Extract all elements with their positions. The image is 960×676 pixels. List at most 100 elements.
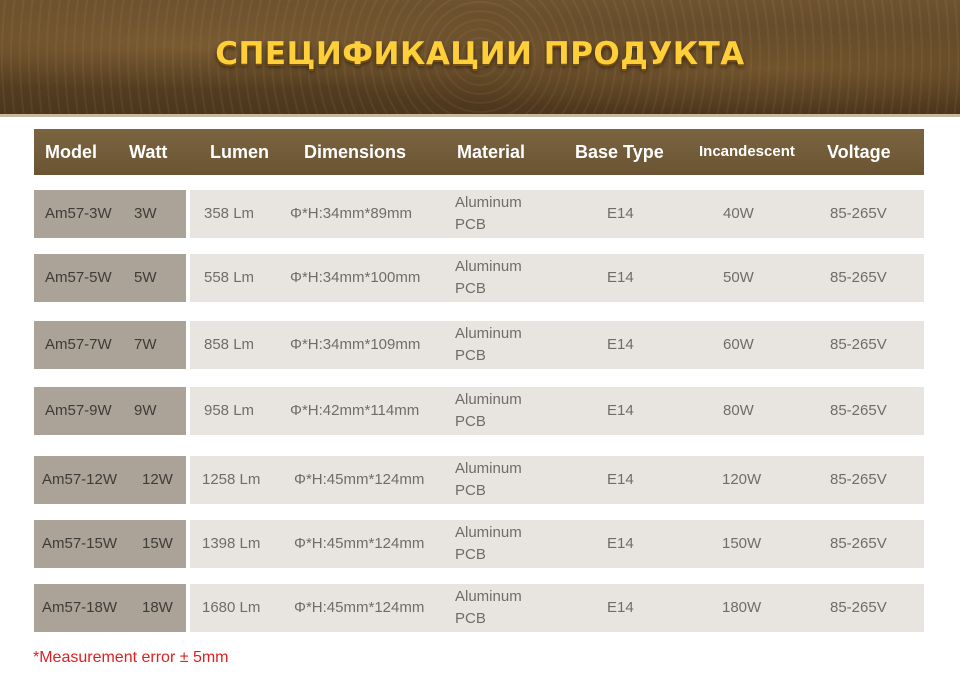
base-type-cell: E14 bbox=[607, 205, 634, 222]
dimensions-cell: Φ*H:45mm*124mm bbox=[294, 471, 425, 488]
table-row: Am57-18W 18W 1680 Lm Φ*H:45mm*124mm Aluminum… bbox=[34, 584, 924, 632]
material-cell: Aluminum PCB bbox=[455, 321, 545, 369]
spec-cell-group: 1258 Lm Φ*H:45mm*124mm Aluminum PCB E14 120W 8… bbox=[190, 456, 924, 504]
voltage-cell: 85-265V bbox=[830, 402, 887, 419]
lumen-cell: 858 Lm bbox=[204, 336, 255, 353]
model-cell-group: Am57-18W 18W bbox=[34, 584, 186, 632]
dimensions-cell: Φ*H:45mm*124mm bbox=[294, 535, 425, 552]
material-cell: Aluminum PCB bbox=[455, 520, 545, 568]
header-watt: Watt bbox=[129, 142, 168, 162]
lumen-cell: 1398 Lm bbox=[202, 535, 261, 552]
voltage-cell: 85-265V bbox=[830, 535, 887, 552]
lumen-cell: 558 Lm bbox=[204, 269, 255, 286]
material-line-2: PCB bbox=[455, 482, 486, 499]
model-cell: Am57-3W bbox=[45, 205, 112, 222]
material-line-1: Aluminum bbox=[455, 588, 522, 605]
material-line-1: Aluminum bbox=[455, 524, 522, 541]
material-line-1: Aluminum bbox=[455, 460, 522, 477]
dimensions-cell: Φ*H:34mm*100mm bbox=[290, 269, 421, 286]
spec-cell-group: 1680 Lm Φ*H:45mm*124mm Aluminum PCB E14 180W 8… bbox=[190, 584, 924, 632]
header-model: Model bbox=[45, 142, 97, 162]
table-row: Am57-12W 12W 1258 Lm Φ*H:45mm*124mm Aluminum… bbox=[34, 456, 924, 504]
incandescent-cell: 120W bbox=[722, 471, 762, 488]
model-cell-group: Am57-15W 15W bbox=[34, 520, 186, 568]
base-type-cell: E14 bbox=[607, 402, 634, 419]
watt-cell: 5W bbox=[134, 269, 157, 286]
incandescent-cell: 40W bbox=[723, 205, 754, 222]
material-cell: Aluminum PCB bbox=[455, 456, 545, 504]
table-row: Am57-7W 7W 858 Lm Φ*H:34mm*109mm Aluminum PCB… bbox=[34, 321, 924, 369]
model-cell-group: Am57-9W 9W bbox=[34, 387, 186, 435]
header-material: Material bbox=[457, 142, 526, 162]
material-line-2: PCB bbox=[455, 413, 486, 430]
watt-cell: 9W bbox=[134, 402, 157, 419]
material-line-1: Aluminum bbox=[455, 258, 522, 275]
material-line-2: PCB bbox=[455, 610, 486, 627]
model-cell: Am57-12W bbox=[42, 471, 118, 488]
watt-cell: 3W bbox=[134, 205, 157, 222]
banner: СПЕЦИФИКАЦИИ ПРОДУКТА bbox=[0, 0, 960, 114]
watt-cell: 15W bbox=[142, 535, 173, 552]
lumen-cell: 1258 Lm bbox=[202, 471, 261, 488]
model-cell: Am57-9W bbox=[45, 402, 112, 419]
header-voltage: Voltage bbox=[827, 142, 891, 162]
material-cell: Aluminum PCB bbox=[455, 584, 545, 632]
model-cell-group: Am57-3W 3W bbox=[34, 190, 186, 238]
incandescent-cell: 150W bbox=[722, 535, 762, 552]
header-base-type: Base Type bbox=[575, 142, 664, 162]
incandescent-cell: 80W bbox=[723, 402, 754, 419]
incandescent-cell: 50W bbox=[723, 269, 754, 286]
material-cell: Aluminum PCB bbox=[455, 254, 545, 302]
base-type-cell: E14 bbox=[607, 535, 634, 552]
header-lumen: Lumen bbox=[210, 142, 270, 162]
material-cell: Aluminum PCB bbox=[455, 190, 545, 238]
incandescent-cell: 180W bbox=[722, 599, 762, 616]
spec-cell-group: 958 Lm Φ*H:42mm*114mm Aluminum PCB E14 80W 85-… bbox=[190, 387, 924, 435]
dimensions-cell: Φ*H:34mm*89mm bbox=[290, 205, 412, 222]
material-line-2: PCB bbox=[455, 216, 486, 233]
measurement-note: *Measurement error ± 5mm bbox=[33, 649, 229, 666]
voltage-cell: 85-265V bbox=[830, 269, 887, 286]
voltage-cell: 85-265V bbox=[830, 471, 887, 488]
voltage-cell: 85-265V bbox=[830, 336, 887, 353]
dimensions-cell: Φ*H:34mm*109mm bbox=[290, 336, 421, 353]
material-line-1: Aluminum bbox=[455, 194, 522, 211]
dimensions-cell: Φ*H:45mm*124mm bbox=[294, 599, 425, 616]
model-cell-group: Am57-5W 5W bbox=[34, 254, 186, 302]
lumen-cell: 1680 Lm bbox=[202, 599, 261, 616]
table-row: Am57-5W 5W 558 Lm Φ*H:34mm*100mm Aluminum PCB… bbox=[34, 254, 924, 302]
model-cell-group: Am57-7W 7W bbox=[34, 321, 186, 369]
model-cell: Am57-5W bbox=[45, 269, 112, 286]
model-cell-group: Am57-12W 12W bbox=[34, 456, 186, 504]
model-cell: Am57-7W bbox=[45, 336, 112, 353]
incandescent-cell: 60W bbox=[723, 336, 754, 353]
lumen-cell: 958 Lm bbox=[204, 402, 255, 419]
dimensions-cell: Φ*H:42mm*114mm bbox=[290, 402, 420, 419]
model-cell: Am57-15W bbox=[42, 535, 118, 552]
base-type-cell: E14 bbox=[607, 336, 634, 353]
spec-cell-group: 858 Lm Φ*H:34mm*109mm Aluminum PCB E14 60W 85-… bbox=[190, 321, 924, 369]
material-line-1: Aluminum bbox=[455, 325, 522, 342]
spec-cell-group: 1398 Lm Φ*H:45mm*124mm Aluminum PCB E14 150W 8… bbox=[190, 520, 924, 568]
lumen-cell: 358 Lm bbox=[204, 205, 255, 222]
watt-cell: 7W bbox=[134, 336, 157, 353]
table-row: Am57-15W 15W 1398 Lm Φ*H:45mm*124mm Aluminum… bbox=[34, 520, 924, 568]
page-title: СПЕЦИФИКАЦИИ ПРОДУКТА bbox=[215, 36, 745, 72]
material-line-2: PCB bbox=[455, 347, 486, 364]
header-dimensions: Dimensions bbox=[304, 142, 407, 162]
material-line-2: PCB bbox=[455, 546, 486, 563]
base-type-cell: E14 bbox=[607, 471, 634, 488]
base-type-cell: E14 bbox=[607, 599, 634, 616]
table-header: Model Watt Lumen Dimensions Material Bas… bbox=[34, 129, 924, 175]
watt-cell: 18W bbox=[142, 599, 173, 616]
voltage-cell: 85-265V bbox=[830, 599, 887, 616]
material-cell: Aluminum PCB bbox=[455, 387, 545, 435]
material-line-2: PCB bbox=[455, 280, 486, 297]
material-line-1: Aluminum bbox=[455, 391, 522, 408]
header-incandescent: Incandescent bbox=[699, 143, 795, 160]
voltage-cell: 85-265V bbox=[830, 205, 887, 222]
spec-cell-group: 358 Lm Φ*H:34mm*89mm Aluminum PCB E14 40W 85-2… bbox=[190, 190, 924, 238]
watt-cell: 12W bbox=[142, 471, 173, 488]
model-cell: Am57-18W bbox=[42, 599, 118, 616]
table-row: Am57-3W 3W 358 Lm Φ*H:34mm*89mm Aluminum PCB E… bbox=[34, 190, 924, 238]
